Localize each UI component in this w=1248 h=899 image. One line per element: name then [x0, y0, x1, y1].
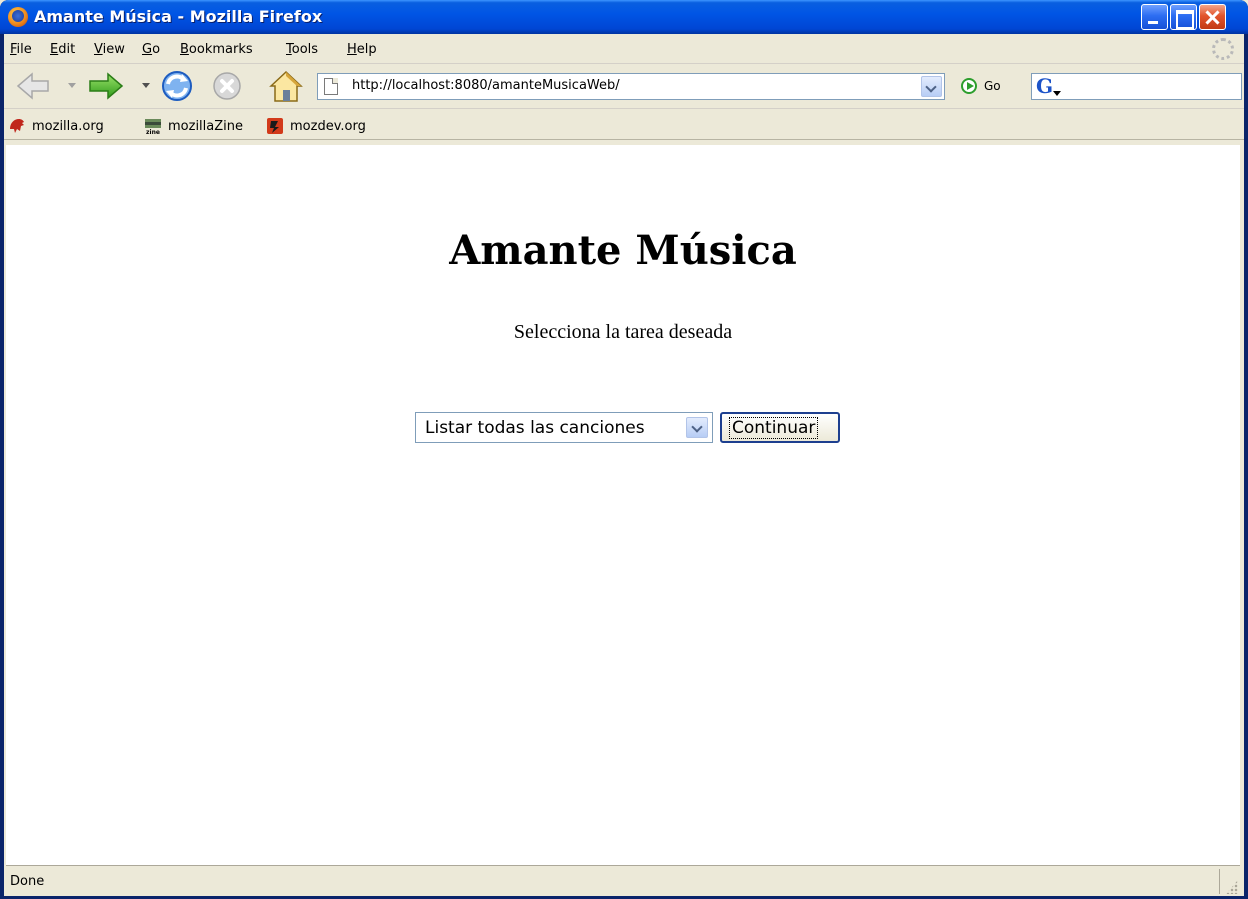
go-icon[interactable]: [961, 78, 977, 94]
bookmark-mozdev-org[interactable]: mozdev.org: [266, 117, 366, 135]
close-button[interactable]: [1199, 4, 1226, 30]
menu-go[interactable]: Go: [142, 42, 160, 57]
menu-bookmarks[interactable]: Bookmarks: [180, 42, 253, 57]
menu-edit[interactable]: Edit: [50, 42, 75, 57]
reload-icon[interactable]: [160, 69, 194, 103]
bookmark-label: mozdev.org: [290, 118, 366, 134]
bookmark-mozilla-org[interactable]: mozilla.org: [8, 117, 104, 135]
page-icon: [324, 78, 338, 95]
search-input[interactable]: G: [1031, 73, 1242, 100]
task-select-value: Listar todas las canciones: [425, 418, 645, 438]
menu-tools[interactable]: Tools: [286, 42, 318, 57]
menu-help[interactable]: Help: [347, 42, 377, 57]
maximize-button[interactable]: [1170, 4, 1197, 30]
bookmark-label: mozilla.org: [32, 118, 104, 134]
mozdev-icon: [267, 118, 283, 134]
svg-text:zine: zine: [146, 129, 160, 135]
bookmarks-toolbar: mozilla.org zine mozillaZine mozdev.org: [4, 110, 1244, 140]
task-select[interactable]: Listar todas las canciones: [415, 412, 713, 443]
status-bar: Done: [6, 865, 1240, 896]
status-divider: [1219, 869, 1220, 894]
firefox-icon: [8, 7, 28, 27]
menu-file[interactable]: File: [10, 42, 32, 57]
chevron-down-icon[interactable]: [686, 417, 708, 438]
url-dropdown-button[interactable]: [921, 76, 942, 97]
forward-dropdown-icon[interactable]: [142, 83, 150, 89]
minimize-button[interactable]: [1141, 4, 1168, 30]
navigation-toolbar: http://localhost:8080/amanteMusicaWeb/ G…: [4, 65, 1244, 109]
google-search-icon[interactable]: G: [1036, 76, 1061, 97]
page-content: Amante Música Selecciona la tarea desead…: [6, 145, 1240, 865]
page-title: Amante Música: [449, 227, 797, 274]
title-bar[interactable]: Amante Música - Mozilla Firefox: [0, 0, 1248, 34]
window-title: Amante Música - Mozilla Firefox: [34, 7, 323, 26]
browser-window: Amante Música - Mozilla Firefox File Edi…: [0, 0, 1248, 899]
home-icon[interactable]: [268, 69, 304, 103]
go-button-label[interactable]: Go: [984, 79, 1001, 93]
menu-view[interactable]: View: [94, 42, 125, 57]
continue-button-label: Continuar: [729, 417, 819, 439]
forward-arrow-icon[interactable]: [88, 72, 124, 100]
mozilla-dino-icon: [10, 119, 24, 133]
bookmark-mozillazine[interactable]: zine mozillaZine: [144, 117, 243, 135]
back-dropdown-icon[interactable]: [68, 83, 76, 89]
stop-icon[interactable]: [212, 71, 242, 101]
status-text: Done: [10, 874, 45, 889]
back-arrow-icon[interactable]: [16, 72, 50, 100]
bookmark-label: mozillaZine: [168, 118, 243, 134]
continue-button[interactable]: Continuar: [720, 412, 840, 443]
menu-bar: File Edit View Go Bookmarks Tools Help: [4, 34, 1244, 64]
url-bar[interactable]: http://localhost:8080/amanteMusicaWeb/: [317, 73, 945, 100]
throbber-icon: [1212, 38, 1234, 60]
page-subtitle: Selecciona la tarea deseada: [513, 321, 733, 343]
zine-icon: zine: [145, 119, 161, 135]
url-text[interactable]: http://localhost:8080/amanteMusicaWeb/: [352, 78, 620, 93]
resize-grip-icon[interactable]: [1226, 880, 1238, 894]
